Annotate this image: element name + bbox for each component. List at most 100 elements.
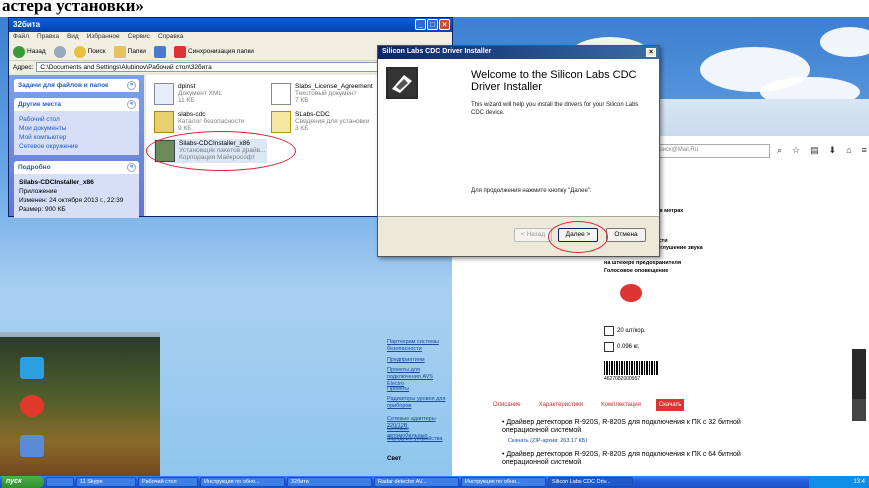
menu-view[interactable]: Вид <box>67 33 79 42</box>
minimize-button[interactable]: _ <box>415 19 426 30</box>
search-icon <box>73 45 86 58</box>
explorer-title: 32бита <box>13 20 41 29</box>
views-icon <box>153 45 166 58</box>
browser-toolbar-icons: ⌕ ☆ ▤ ⬇ ⌂ ≡ <box>777 145 867 156</box>
left-link[interactable]: Зарядные устройства <box>387 436 447 443</box>
folder-icon <box>113 45 126 58</box>
clock: 13:4 <box>853 479 865 485</box>
place-desktop[interactable]: Рабочий стол <box>19 116 134 123</box>
driver-32bit-link[interactable]: Скачать (ZIP-архив: 263.17 КБ) <box>508 438 587 444</box>
sync-icon <box>173 45 186 58</box>
back-button[interactable]: Назад <box>13 45 46 58</box>
pack-info: 20 шт/кор. <box>604 326 646 336</box>
back-button[interactable]: < Назад <box>514 228 552 242</box>
menu-icon[interactable]: ≡ <box>862 145 867 156</box>
folders-button[interactable]: Папки <box>113 45 146 58</box>
xml-file-icon <box>154 83 174 105</box>
explorer-titlebar[interactable]: 32бита _ □ × <box>9 18 452 32</box>
installer-title: Silicon Labs CDC Driver Installer <box>382 48 492 55</box>
quicklaunch[interactable] <box>46 477 74 487</box>
place-my-computer[interactable]: Мой компьютер <box>19 134 134 141</box>
highlight-ring <box>146 131 296 171</box>
menu-tools[interactable]: Сервис <box>128 33 150 42</box>
left-link[interactable]: Предприятиям <box>387 357 447 364</box>
taskbar-item[interactable]: 11 Skype <box>76 477 136 487</box>
task-pane: Задачи для файлов и папок» Другие места «… <box>9 75 144 218</box>
installer-titlebar[interactable]: Silicon Labs CDC Driver Installer × <box>378 46 659 59</box>
weight-info: 0.096 кг. <box>604 342 639 352</box>
divider <box>378 216 659 217</box>
taskbar-item-active[interactable]: Silicon Labs CDC Driv... <box>548 477 633 487</box>
taskbar-item[interactable]: Инструкция по обно... <box>200 477 285 487</box>
forward-button[interactable] <box>53 45 66 58</box>
menu-file[interactable]: Файл <box>13 33 29 42</box>
place-network[interactable]: Сетевое окружение <box>19 143 134 150</box>
installer-logo-icon <box>386 67 418 99</box>
desktop-icon-skype[interactable] <box>2 357 62 381</box>
box-icon <box>604 326 614 336</box>
desktop-icon-app[interactable] <box>2 395 62 419</box>
installer-sidebar <box>378 59 463 216</box>
tab-package[interactable]: Комплектация <box>598 399 644 411</box>
search-button[interactable]: Поиск <box>73 45 106 58</box>
installer-dialog: Silicon Labs CDC Driver Installer × Welc… <box>377 45 660 257</box>
back-arrow-icon <box>13 45 25 58</box>
tab-description[interactable]: Описание <box>490 399 524 411</box>
search-icon[interactable]: ⌕ <box>777 145 782 156</box>
details-name: Silabs-CDCInstaller_x86 <box>19 179 94 186</box>
forward-arrow-icon <box>53 45 66 58</box>
installer-heading: Welcome to the Silicon Labs CDC Driver I… <box>471 69 637 93</box>
left-link[interactable]: Проекты <box>387 386 447 393</box>
details-type: Приложение <box>19 188 58 195</box>
installer-body: This wizard will help you install the dr… <box>471 102 639 116</box>
barcode-image <box>604 361 659 375</box>
download-icon[interactable]: ⬇ <box>829 145 837 156</box>
collapse-icon[interactable]: » <box>127 81 136 90</box>
menubar: Файл Правка Вид Избранное Сервис Справка <box>9 32 452 43</box>
system-tray: 13:4 <box>809 476 869 488</box>
file-item[interactable]: dpinst Документ XML 11 КБ <box>154 83 222 105</box>
taskbar-item[interactable]: 32бита <box>287 477 372 487</box>
maximize-button[interactable]: □ <box>427 19 438 30</box>
weight-icon <box>604 342 614 352</box>
collapse-icon[interactable]: « <box>127 100 136 109</box>
taskbar-item[interactable]: Инструкция по обно... <box>461 477 546 487</box>
menu-help[interactable]: Справка <box>158 33 184 42</box>
menu-edit[interactable]: Правка <box>37 33 59 42</box>
text-file-icon <box>271 83 291 105</box>
taskbar-item[interactable]: Radar detector AV... <box>374 477 459 487</box>
details-panel: Подробно « Silabs-CDCInstaller_x86 Прилож… <box>14 161 139 218</box>
browser-search-input[interactable]: Поиск@Mail.Ru <box>650 144 770 158</box>
left-link[interactable]: Радиаторы уровня для приборов <box>387 396 447 410</box>
tab-specs[interactable]: Характеристики <box>536 399 587 411</box>
home-icon[interactable]: ⌂ <box>846 145 851 156</box>
menu-favorites[interactable]: Избранное <box>87 33 120 42</box>
taskbar: пуск 11 Skype Рабочий стол Инструкция по… <box>0 476 869 488</box>
cancel-button[interactable]: Отмена <box>606 228 646 242</box>
start-button[interactable]: пуск <box>2 476 44 488</box>
tasks-panel: Задачи для файлов и папок» <box>14 79 139 92</box>
barcode-number: 4627082000957 <box>604 376 641 382</box>
collapse-icon[interactable]: « <box>127 163 136 172</box>
place-my-documents[interactable]: Мои документы <box>19 125 134 132</box>
left-link[interactable]: Партнерам системы безопасности <box>387 339 447 353</box>
file-item[interactable]: SLabs-CDC Сведения для установки 3 КБ <box>271 111 370 133</box>
views-button[interactable] <box>153 45 166 58</box>
product-tabs: Описание Характеристики Комплектация Ска… <box>490 399 685 411</box>
desktop-icon-computer[interactable] <box>2 435 62 459</box>
file-item[interactable]: slabs-cdc Каталог безопасности 9 КБ <box>154 111 245 133</box>
bookmarks-icon[interactable]: ▤ <box>810 145 819 156</box>
details-panel-header[interactable]: Подробно « <box>14 161 139 174</box>
tab-download[interactable]: Скачать <box>655 399 685 411</box>
side-button[interactable] <box>852 399 866 421</box>
sync-button[interactable]: Синхронизация папки <box>173 45 254 58</box>
close-button[interactable]: × <box>646 48 656 57</box>
places-panel-header[interactable]: Другие места « <box>14 98 139 111</box>
tasks-panel-header[interactable]: Задачи для файлов и папок» <box>14 79 139 92</box>
cloud <box>820 27 869 57</box>
star-icon[interactable]: ☆ <box>792 145 800 156</box>
close-button[interactable]: × <box>439 19 450 30</box>
taskbar-item[interactable]: Рабочий стол <box>138 477 198 487</box>
file-item[interactable]: Slabs_License_Agreement Текстовый докумен… <box>271 83 373 105</box>
left-link[interactable]: Проекты для подключения AVS Electro <box>387 367 447 388</box>
